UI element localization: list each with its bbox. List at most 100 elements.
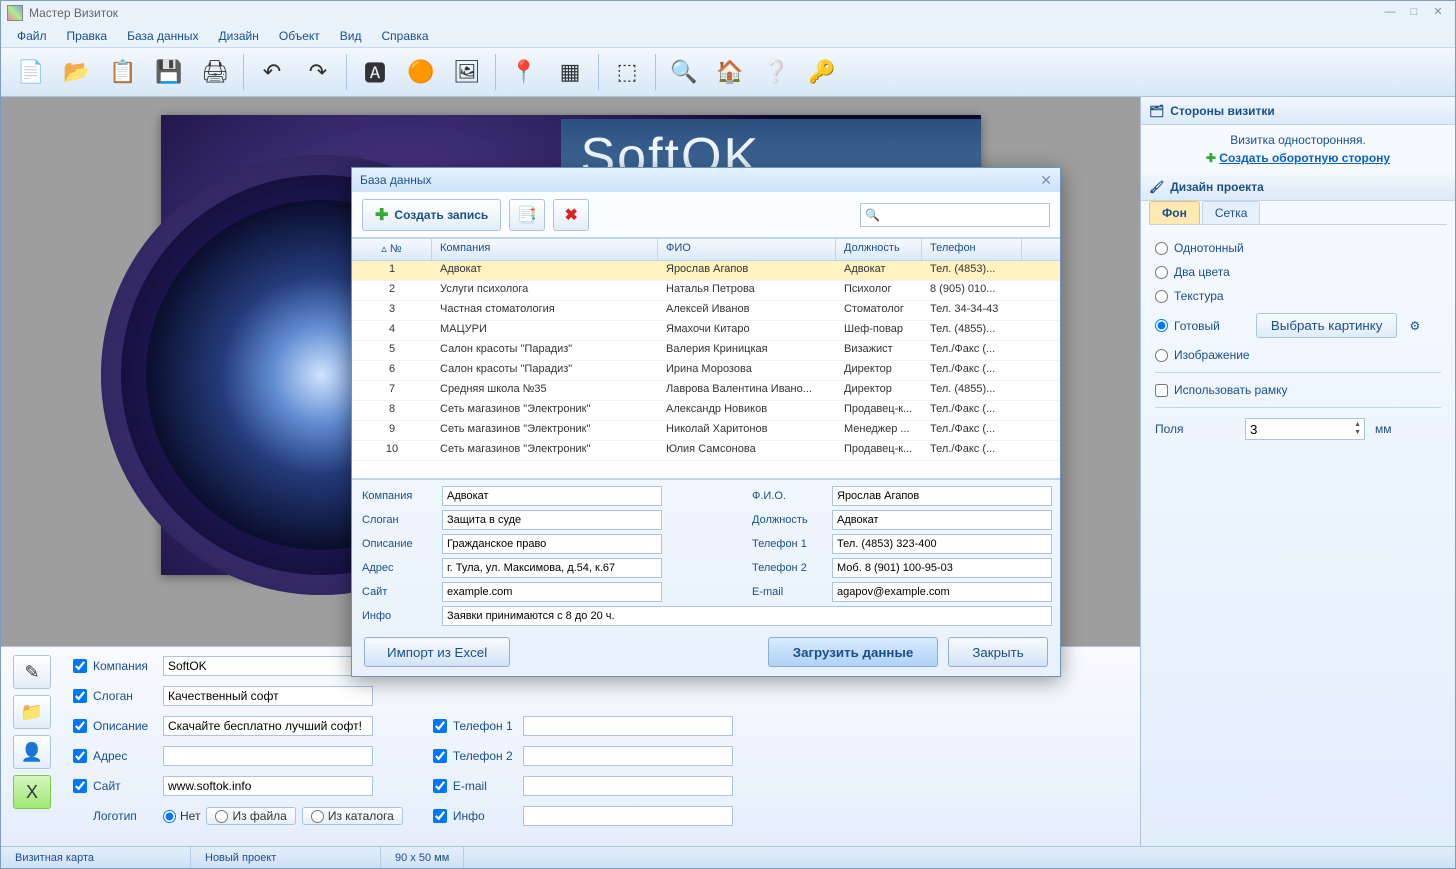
table-row[interactable]: 10Сеть магазинов "Электроник"Юлия Самсон… [352,441,1060,461]
f-slogan[interactable] [442,510,662,530]
info-input[interactable] [523,806,733,826]
create-back-link[interactable]: Создать оборотную сторону [1219,151,1390,165]
bg-solid-radio[interactable] [1155,242,1168,255]
tel1-input[interactable] [523,716,733,736]
minimize-button[interactable]: — [1379,5,1401,21]
bg-ready-radio[interactable] [1155,319,1168,332]
redo-icon[interactable]: ↷ [296,53,340,91]
qr-icon[interactable]: ▦ [548,53,592,91]
desc-input[interactable] [163,716,373,736]
paste-icon[interactable]: 📋 [101,53,145,91]
undo-icon[interactable]: ↶ [250,53,294,91]
open-icon[interactable]: 📂 [55,53,99,91]
menu-design[interactable]: Дизайн [211,27,267,45]
margins-input[interactable] [1245,418,1365,440]
col-position[interactable]: Должность [836,239,922,260]
home-icon[interactable]: 🏠 [708,53,752,91]
database-dialog: База данных ✕ ✚Создать запись 📑 ✖ 🔍 ▵ № … [351,167,1061,677]
info-checkbox[interactable] [433,809,447,823]
f-fio[interactable] [832,486,1052,506]
menu-view[interactable]: Вид [332,27,370,45]
logo-catalog-radio[interactable] [311,810,324,823]
col-tel[interactable]: Телефон [922,239,1022,260]
slogan-input[interactable] [163,686,373,706]
print-icon[interactable]: 🖨 [193,53,237,91]
logo-file-radio[interactable] [215,810,228,823]
addr-input[interactable] [163,746,373,766]
table-row[interactable]: 3Частная стоматологияАлексей ИвановСтома… [352,301,1060,321]
table-row[interactable]: 5Салон красоты "Парадиз"Валерия Криницка… [352,341,1060,361]
keys-icon[interactable]: 🔑 [800,53,844,91]
f-pos[interactable] [832,510,1052,530]
map-icon[interactable]: 📍 [502,53,546,91]
f-addr[interactable] [442,558,662,578]
table-row[interactable]: 9Сеть магазинов "Электроник"Николай Хари… [352,421,1060,441]
save-icon[interactable]: 💾 [147,53,191,91]
addr-checkbox[interactable] [73,749,87,763]
tel2-label: Телефон 2 [453,749,517,763]
image-icon[interactable]: 🖼 [445,53,489,91]
copy-record-button[interactable]: 📑 [509,199,545,231]
menu-edit[interactable]: Правка [59,27,116,45]
tab-grid[interactable]: Сетка [1202,201,1261,224]
bg-image-radio[interactable] [1155,349,1168,362]
logo-none-radio[interactable] [163,810,176,823]
frame-checkbox[interactable] [1155,384,1168,397]
table-row[interactable]: 4МАЦУРИЯмахочи КитароШеф-поварТел. (4855… [352,321,1060,341]
f-email[interactable] [832,582,1052,602]
f-tel1[interactable] [832,534,1052,554]
table-row[interactable]: 6Салон красоты "Парадиз"Ирина МорозоваДи… [352,361,1060,381]
table-row[interactable]: 7Средняя школа №35Лаврова Валентина Иван… [352,381,1060,401]
site-input[interactable] [163,776,373,796]
slogan-checkbox[interactable] [73,689,87,703]
person-button[interactable]: 👤 [13,735,51,769]
email-input[interactable] [523,776,733,796]
dialog-close-icon[interactable]: ✕ [1040,172,1052,189]
table-row[interactable]: 1АдвокатЯрослав АгаповАдвокатТел. (4853)… [352,261,1060,281]
folder-button[interactable]: 📁 [13,695,51,729]
close-button[interactable]: ✕ [1427,5,1449,21]
f-company[interactable] [442,486,662,506]
dialog-search[interactable]: 🔍 [860,203,1050,227]
col-company[interactable]: Компания [432,239,658,260]
table-row[interactable]: 2Услуги психологаНаталья ПетроваПсихолог… [352,281,1060,301]
menu-object[interactable]: Объект [271,27,328,45]
tab-background[interactable]: Фон [1149,201,1200,224]
company-checkbox[interactable] [73,659,87,673]
f-info[interactable] [442,606,1052,626]
choose-image-button[interactable]: Выбрать картинку [1256,313,1398,338]
col-fio[interactable]: ФИО [658,239,836,260]
import-excel-button[interactable]: Импорт из Excel [364,637,510,667]
bg-texture-radio[interactable] [1155,290,1168,303]
tel1-checkbox[interactable] [433,719,447,733]
close-dialog-button[interactable]: Закрыть [948,637,1048,667]
new-icon[interactable]: 📄 [9,53,53,91]
menu-database[interactable]: База данных [119,27,206,45]
table-row[interactable]: 8Сеть магазинов "Электроник"Александр Но… [352,401,1060,421]
create-record-button[interactable]: ✚Создать запись [362,199,501,231]
edit-text-button[interactable]: ✎ [13,655,51,689]
help-icon[interactable]: ❔ [754,53,798,91]
tel2-checkbox[interactable] [433,749,447,763]
shape-icon[interactable]: 🟠 [399,53,443,91]
load-data-button[interactable]: Загрузить данные [768,637,938,667]
menu-file[interactable]: Файл [9,27,55,45]
f-tel2[interactable] [832,558,1052,578]
menu-help[interactable]: Справка [373,27,436,45]
col-num[interactable]: ▵ № [352,239,432,260]
delete-record-button[interactable]: ✖ [553,199,589,231]
text-icon[interactable]: 🅰 [353,53,397,91]
tel2-input[interactable] [523,746,733,766]
email-checkbox[interactable] [433,779,447,793]
crop-icon[interactable]: ⬚ [605,53,649,91]
desc-checkbox[interactable] [73,719,87,733]
f-site[interactable] [442,582,662,602]
preview-icon[interactable]: 🔍 [662,53,706,91]
excel-button[interactable]: X [13,775,51,809]
f-desc[interactable] [442,534,662,554]
site-checkbox[interactable] [73,779,87,793]
maximize-button[interactable]: □ [1403,5,1425,21]
gear-icon[interactable]: ⚙ [1409,319,1420,333]
bg-two-radio[interactable] [1155,266,1168,279]
company-input[interactable] [163,656,373,676]
